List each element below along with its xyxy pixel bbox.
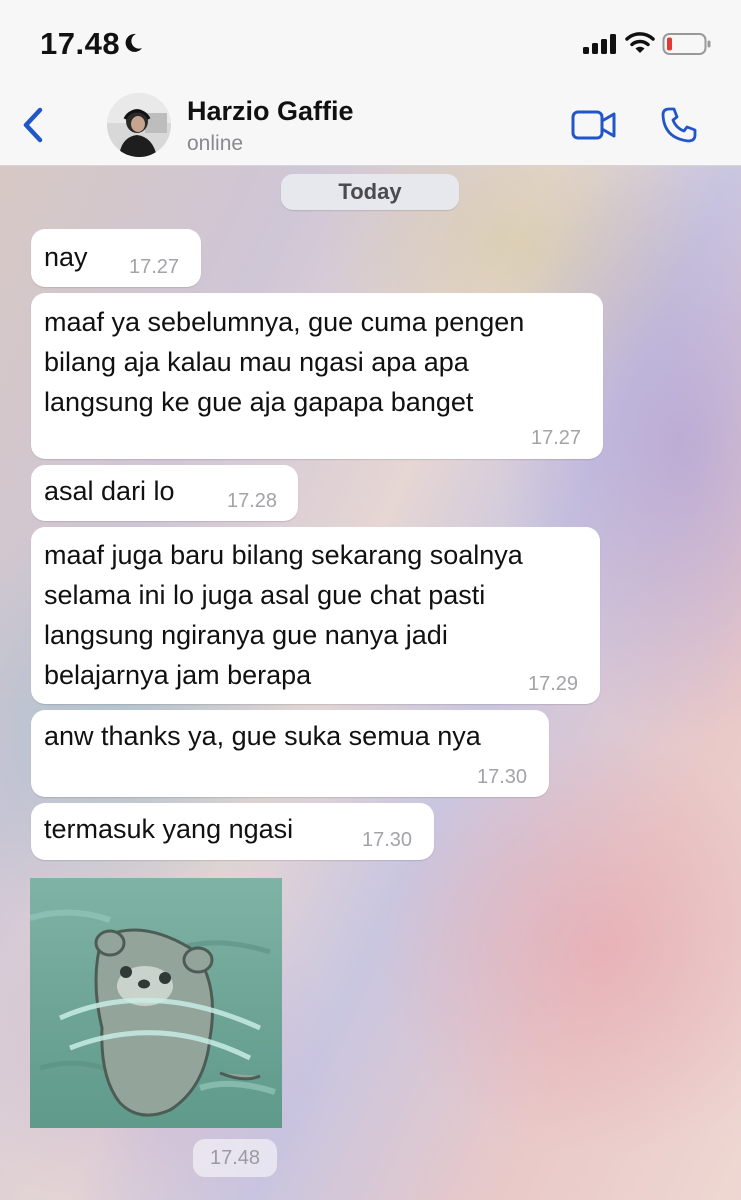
message-time: 17.28	[227, 490, 278, 512]
message-time: 17.27	[531, 427, 582, 449]
message-text: maaf ya sebelumnya, gue cuma pengen bila…	[44, 307, 525, 417]
message-bubble[interactable]: nay 17.27	[31, 229, 201, 287]
message-bubble[interactable]: anw thanks ya, gue suka semua nya 17.30	[31, 710, 549, 797]
otter-sticker-image	[30, 909, 276, 1117]
contact-name[interactable]: Harzio Gaffie	[187, 96, 354, 127]
message-time: 17.29	[528, 673, 579, 695]
contact-avatar[interactable]	[107, 93, 171, 157]
message-bubble[interactable]: asal dari lo 17.28	[31, 465, 298, 521]
message-bubble[interactable]: termasuk yang ngasi 17.30	[31, 803, 434, 860]
phone-call-icon[interactable]	[660, 106, 698, 144]
date-separator: Today	[281, 174, 459, 210]
contact-status: online	[187, 132, 244, 155]
wifi-icon	[625, 32, 655, 53]
status-bar: 17.48	[0, 0, 741, 84]
message-text: maaf juga baru bilang sekarang soalnya s…	[44, 540, 523, 690]
message-time: 17.27	[129, 256, 180, 278]
signal-icon	[583, 34, 616, 54]
avatar-photo	[107, 93, 171, 157]
status-time: 17.48	[40, 26, 121, 61]
chat-header: Harzio Gaffie online	[0, 84, 741, 166]
image-message[interactable]	[30, 878, 282, 1128]
image-message-time: 17.48	[193, 1139, 277, 1177]
message-text: termasuk yang ngasi	[44, 814, 294, 844]
message-time: 17.30	[477, 766, 528, 788]
video-call-icon[interactable]	[570, 108, 618, 142]
message-text: asal dari lo	[44, 476, 175, 506]
message-bubble[interactable]: maaf juga baru bilang sekarang soalnya s…	[31, 527, 600, 704]
message-text: anw thanks ya, gue suka semua nya	[44, 721, 481, 751]
back-chevron-icon[interactable]	[18, 104, 50, 146]
message-time: 17.30	[362, 829, 413, 851]
message-text: nay	[44, 242, 88, 272]
battery-icon	[662, 33, 711, 55]
chat-area[interactable]: Today nay 17.27 maaf ya sebelumnya, gue …	[0, 166, 741, 1200]
moon-icon	[125, 33, 142, 52]
message-bubble[interactable]: maaf ya sebelumnya, gue cuma pengen bila…	[31, 293, 603, 459]
